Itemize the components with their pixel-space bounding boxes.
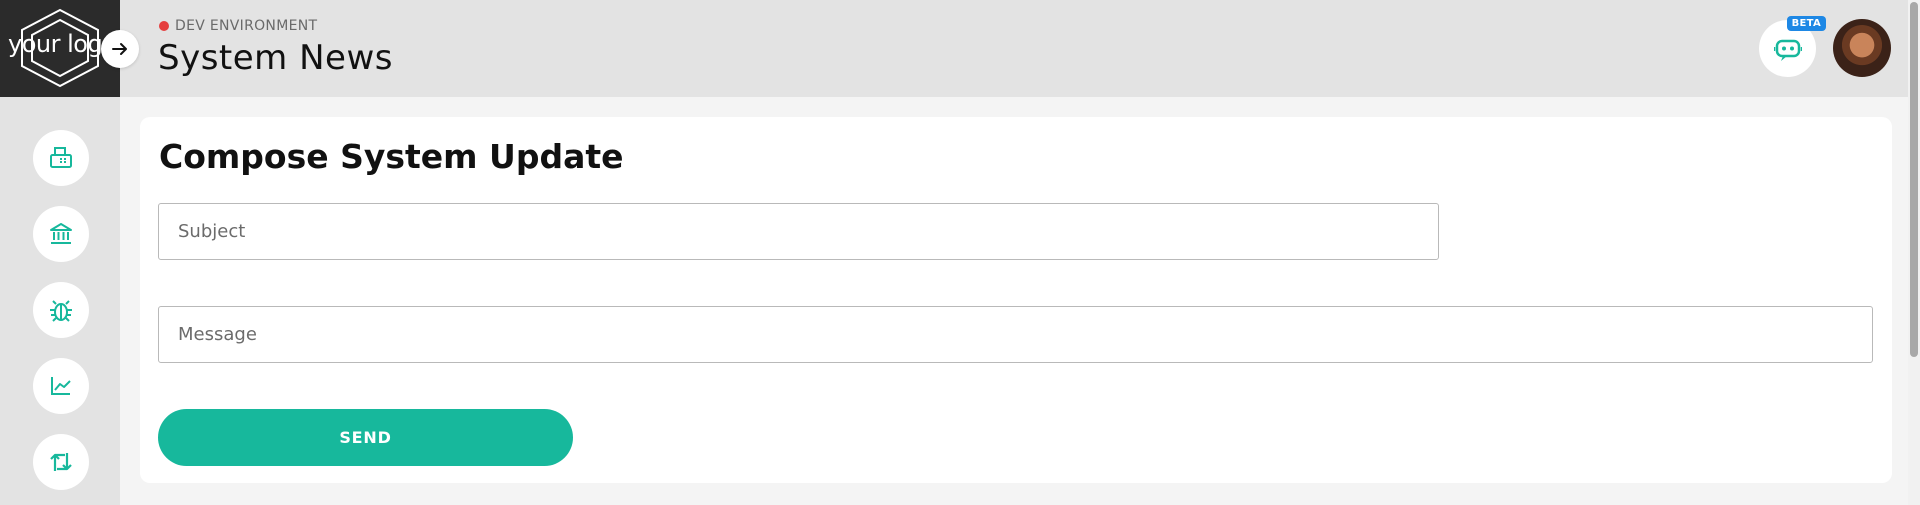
- page-scrollbar[interactable]: [1908, 0, 1920, 505]
- sidebar-item-fax[interactable]: [33, 130, 89, 186]
- environment-label: DEV ENVIRONMENT: [175, 18, 318, 34]
- beta-badge: BETA: [1786, 16, 1826, 31]
- environment-indicator: DEV ENVIRONMENT: [159, 18, 317, 34]
- compose-title: Compose System Update: [159, 137, 624, 176]
- sidebar: [0, 97, 120, 505]
- chart-line-icon: [51, 377, 71, 395]
- arrow-right-icon: [112, 43, 127, 55]
- user-avatar[interactable]: [1833, 19, 1891, 77]
- subject-input[interactable]: [158, 203, 1439, 260]
- repeat-icon: [50, 453, 72, 471]
- robot-icon: [1773, 39, 1802, 61]
- top-header: DEV ENVIRONMENT System News BETA: [120, 0, 1920, 97]
- compose-card: Compose System Update SEND: [140, 117, 1892, 483]
- bug-icon: [50, 300, 72, 322]
- logo-text: your logo: [8, 30, 117, 58]
- bank-icon: [50, 223, 72, 244]
- sidebar-item-transfers[interactable]: [33, 434, 89, 490]
- message-input[interactable]: [158, 306, 1873, 363]
- page-title: System News: [158, 38, 393, 78]
- sidebar-item-analytics[interactable]: [33, 358, 89, 414]
- send-button[interactable]: SEND: [158, 409, 573, 466]
- sidebar-item-bank[interactable]: [33, 206, 89, 262]
- environment-status-dot: [159, 21, 169, 31]
- expand-sidebar-button[interactable]: [101, 30, 139, 68]
- sidebar-item-bugs[interactable]: [33, 282, 89, 338]
- scrollbar-thumb[interactable]: [1910, 2, 1918, 357]
- fax-icon: [50, 147, 72, 168]
